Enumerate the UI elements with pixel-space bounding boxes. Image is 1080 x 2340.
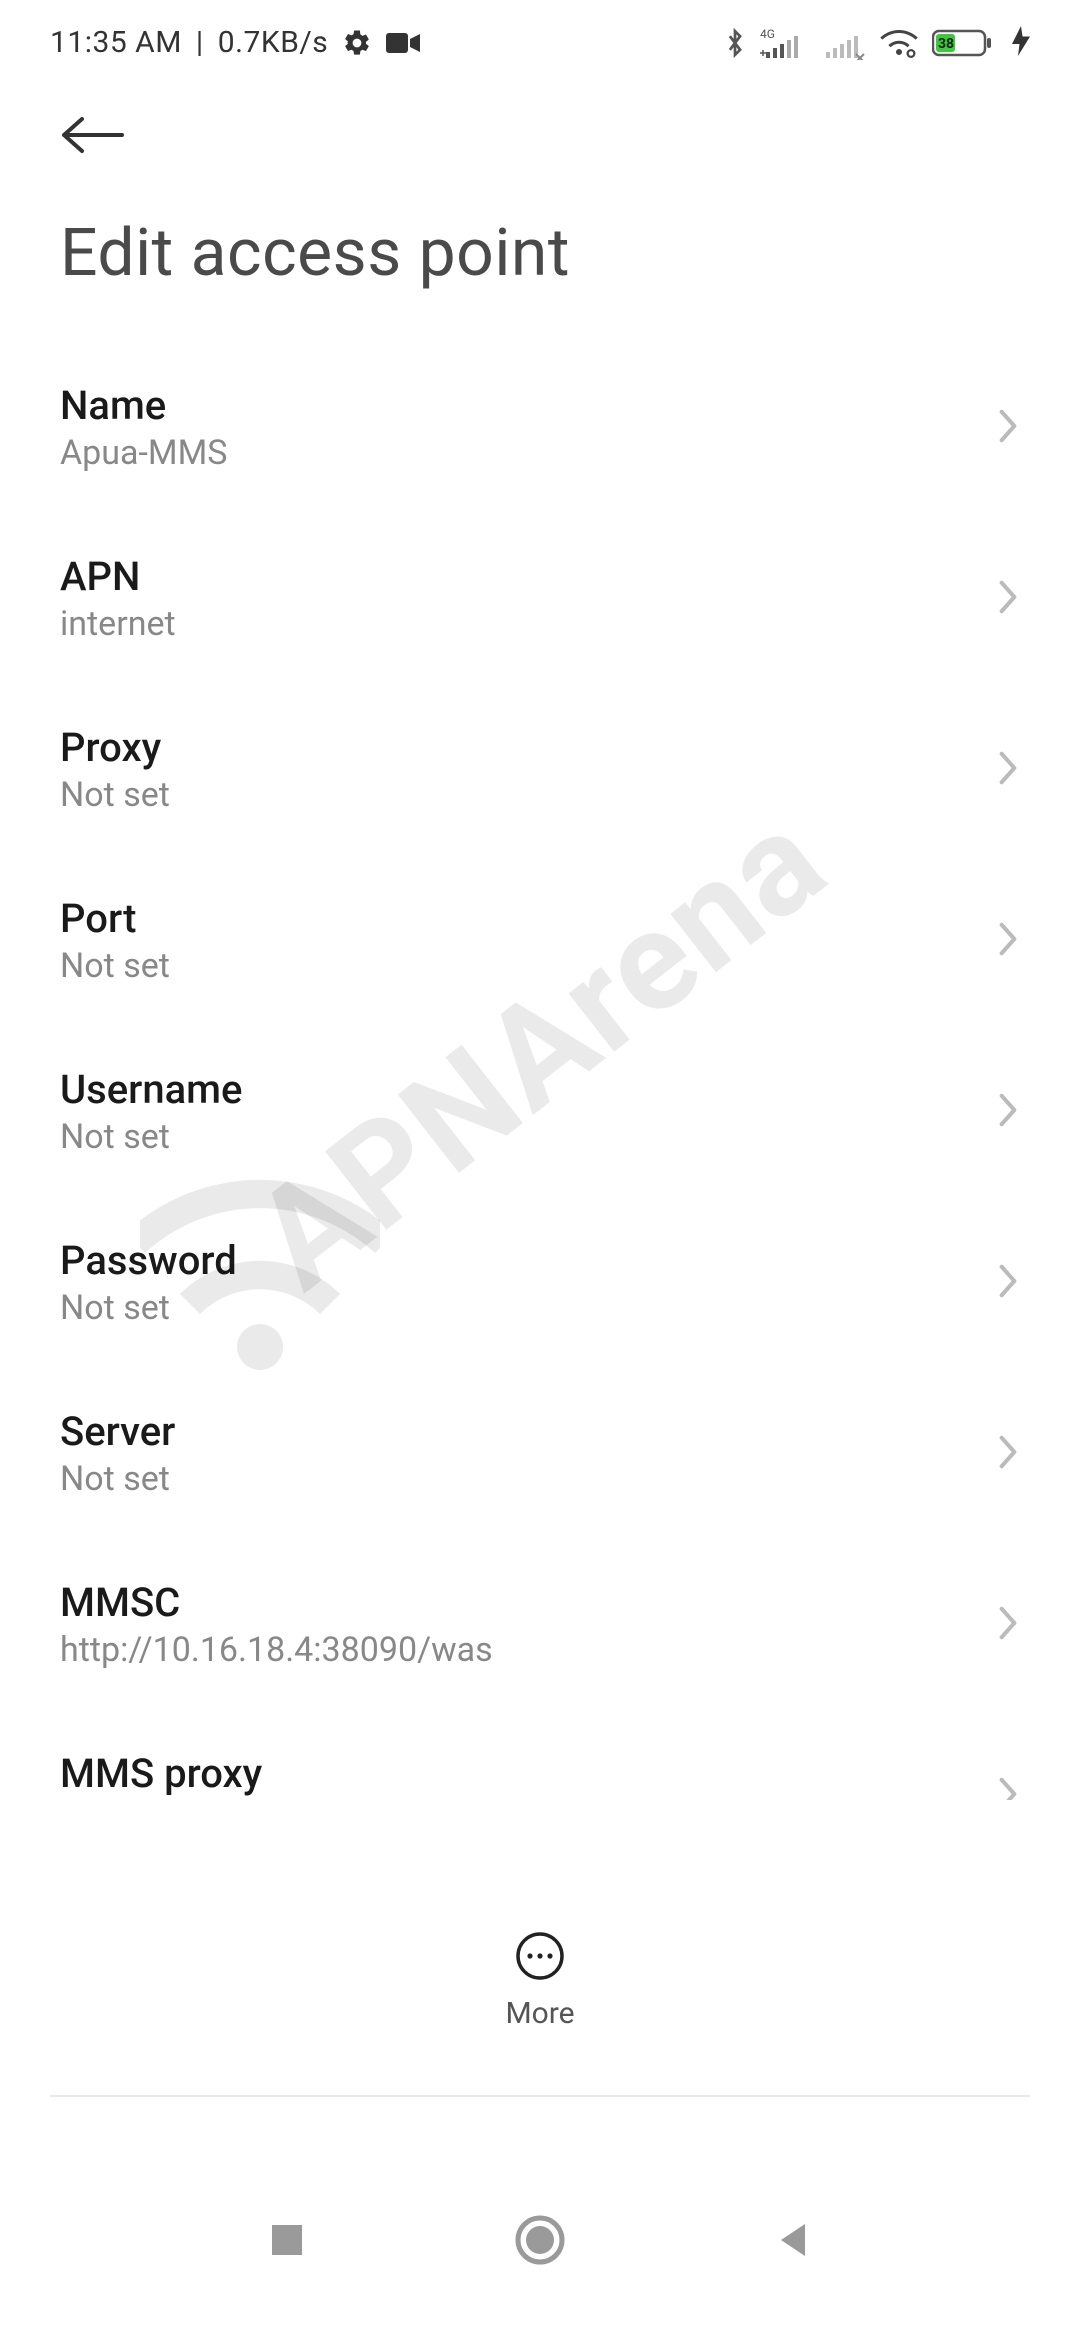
item-value: http://10.16.18.4:38090/was — [60, 1630, 493, 1670]
item-proxy[interactable]: Proxy Not set — [0, 684, 1080, 855]
item-text: Name Apua-MMS — [60, 382, 227, 473]
more-button[interactable]: More — [0, 1930, 1080, 2031]
charging-icon — [1012, 26, 1030, 60]
item-label: Server — [60, 1408, 175, 1455]
item-label: Proxy — [60, 724, 170, 771]
gear-icon — [342, 28, 372, 58]
bluetooth-icon — [724, 26, 746, 60]
item-text: MMSC http://10.16.18.4:38090/was — [60, 1579, 493, 1670]
chevron-right-icon — [996, 920, 1020, 962]
item-label: Name — [60, 382, 227, 429]
settings-list: Name Apua-MMS APN internet Proxy Not set… — [0, 322, 1080, 1881]
status-bar: 11:35 AM | 0.7KB/s 4G 38 — [0, 0, 1080, 85]
svg-text:38: 38 — [938, 36, 954, 52]
item-password[interactable]: Password Not set — [0, 1197, 1080, 1368]
item-text: Server Not set — [60, 1408, 175, 1499]
item-value: Not set — [60, 946, 170, 986]
more-icon — [514, 1930, 566, 1986]
item-text: Username Not set — [60, 1066, 242, 1157]
item-value: Not set — [60, 1459, 175, 1499]
page-title: Edit access point — [0, 175, 1080, 322]
item-value: Not set — [60, 1288, 237, 1328]
header — [0, 85, 1080, 175]
item-text: Password Not set — [60, 1237, 237, 1328]
battery-icon: 38 — [932, 27, 998, 59]
item-value: Not set — [60, 775, 170, 815]
chevron-right-icon — [996, 1262, 1020, 1304]
bottom-divider — [50, 2095, 1030, 2097]
item-label: Port — [60, 895, 170, 942]
chevron-right-icon — [996, 578, 1020, 620]
status-right: 4G 38 — [724, 26, 1030, 60]
back-button[interactable] — [60, 105, 126, 165]
chevron-right-icon — [996, 1604, 1020, 1646]
item-apn[interactable]: APN internet — [0, 513, 1080, 684]
chevron-right-icon — [996, 407, 1020, 449]
item-label: MMSC — [60, 1579, 493, 1626]
svg-text:4G: 4G — [760, 27, 775, 41]
item-name[interactable]: Name Apua-MMS — [0, 342, 1080, 513]
item-label: Username — [60, 1066, 242, 1113]
chevron-right-icon — [996, 1091, 1020, 1133]
back-nav-button[interactable] — [758, 2205, 828, 2275]
system-nav-bar — [0, 2180, 1080, 2300]
chevron-right-icon — [996, 1433, 1020, 1475]
item-label: MMS proxy — [60, 1750, 262, 1797]
item-username[interactable]: Username Not set — [0, 1026, 1080, 1197]
chevron-right-icon — [996, 749, 1020, 791]
signal-nosim-icon — [820, 26, 866, 60]
wifi-icon — [880, 28, 918, 58]
item-value: internet — [60, 604, 176, 644]
item-value: Apua-MMS — [60, 433, 227, 473]
item-text: APN internet — [60, 553, 176, 644]
item-label: Password — [60, 1237, 237, 1284]
signal-4g-icon: 4G — [760, 26, 806, 60]
item-port[interactable]: Port Not set — [0, 855, 1080, 1026]
recents-button[interactable] — [252, 2205, 322, 2275]
camera-icon — [386, 31, 420, 55]
more-label: More — [505, 1996, 574, 2031]
status-left: 11:35 AM | 0.7KB/s — [50, 25, 420, 60]
item-server[interactable]: Server Not set — [0, 1368, 1080, 1539]
item-text: Port Not set — [60, 895, 170, 986]
status-time: 11:35 AM — [50, 25, 182, 60]
item-text: Proxy Not set — [60, 724, 170, 815]
item-label: APN — [60, 553, 176, 600]
status-net-speed: 0.7KB/s — [218, 25, 329, 60]
item-mmsc[interactable]: MMSC http://10.16.18.4:38090/was — [0, 1539, 1080, 1710]
item-value: Not set — [60, 1117, 242, 1157]
home-button[interactable] — [505, 2205, 575, 2275]
status-sep: | — [196, 25, 204, 60]
